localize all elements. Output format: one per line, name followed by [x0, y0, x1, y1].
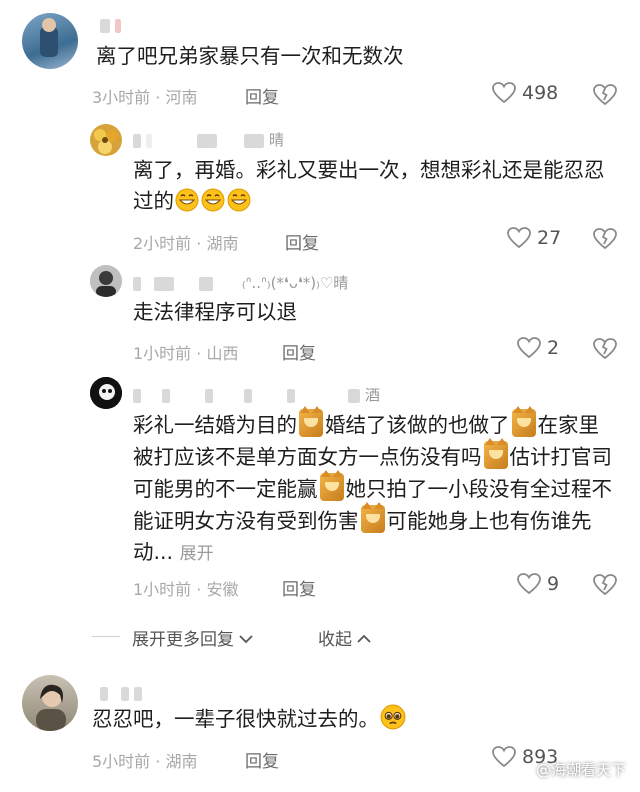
expand-more-label: 展开更多回复 — [132, 630, 234, 650]
grin-emoji-icon — [175, 188, 199, 212]
username[interactable]: ₍ᐢ..ᐢ₎(*❛ᴗ❛*)₎♡晴 — [133, 272, 348, 293]
like-count: 498 — [522, 82, 559, 104]
avatar[interactable] — [90, 265, 122, 297]
username[interactable]: 酒 — [133, 384, 380, 405]
comment-meta: 1小时前 · 安徽 — [133, 580, 239, 599]
reply-button[interactable]: 回复 — [282, 339, 316, 364]
comment-meta: 1小时前 · 山西 — [133, 344, 239, 363]
grin-emoji-icon — [201, 188, 225, 212]
grin-emoji-icon — [227, 188, 251, 212]
cat-sticker-icon — [511, 406, 536, 437]
heart-outline-icon — [492, 82, 516, 104]
pleading-emoji-icon — [380, 704, 406, 730]
like-button[interactable]: 498 — [492, 82, 558, 104]
divider — [92, 636, 120, 637]
like-button[interactable]: 2 — [517, 337, 559, 359]
expand-more-replies-button[interactable]: 展开更多回复 — [132, 625, 254, 650]
comment-text: 离了吧兄弟家暴只有一次和无数次 — [96, 44, 404, 68]
avatar-image — [36, 684, 66, 731]
username-text: ₍ᐢ..ᐢ₎(*❛ᴗ❛*)₎♡晴 — [242, 274, 349, 292]
collapse-replies-button[interactable]: 收起 — [318, 625, 372, 650]
avatar[interactable] — [90, 377, 122, 409]
expand-text-button[interactable]: 展开 — [180, 544, 214, 564]
username[interactable] — [100, 684, 147, 702]
avatar[interactable] — [22, 675, 78, 731]
comment-meta: 3小时前 · 河南 — [92, 88, 198, 107]
cat-sticker-icon — [319, 470, 344, 501]
reply-button[interactable]: 回复 — [282, 575, 316, 600]
like-button[interactable]: 27 — [507, 227, 561, 249]
comment-text: 离了，再婚。彩礼又要出一次，想想彩礼还是能忍忍过的 — [133, 155, 613, 217]
comment-text-content: 彩礼一结婚为目的 — [133, 413, 297, 437]
cat-sticker-icon — [299, 406, 323, 437]
cat-sticker-icon — [483, 438, 508, 469]
broken-heart-icon[interactable] — [593, 338, 617, 360]
comment-text: 彩礼一结婚为目的 婚结了该做的也做了 在家里被打应该不是单方面女方一点伤没有吗 估计打… — [133, 406, 618, 570]
comment-meta: 5小时前 · 湖南 — [92, 752, 198, 771]
chevron-up-icon — [357, 634, 372, 643]
heart-outline-icon — [517, 337, 541, 359]
cat-sticker-icon — [360, 502, 385, 533]
like-count: 27 — [537, 227, 562, 249]
broken-heart-icon[interactable] — [593, 84, 617, 106]
avatar[interactable] — [90, 124, 122, 156]
comment-text: 走法律程序可以退 — [133, 300, 297, 324]
avatar-image — [90, 265, 122, 297]
reply-button[interactable]: 回复 — [245, 83, 279, 108]
username[interactable] — [100, 16, 126, 34]
avatar-image — [90, 377, 122, 409]
like-count: 2 — [547, 337, 560, 359]
comment-text-content: 婚结了该做的也做了 — [325, 413, 510, 437]
like-button[interactable]: 9 — [517, 573, 559, 595]
username-text: 晴 — [269, 131, 285, 149]
comment-text: 忍忍吧，一辈子很快就过去的。 — [92, 704, 407, 735]
chevron-down-icon — [239, 635, 254, 644]
username[interactable]: 晴 — [133, 129, 284, 150]
avatar-image — [40, 18, 58, 57]
comment-meta: 2小时前 · 湖南 — [133, 234, 239, 253]
broken-heart-icon[interactable] — [593, 228, 617, 250]
heart-outline-icon — [517, 573, 541, 595]
heart-outline-icon — [492, 746, 516, 768]
watermark: @海潮看天下 — [535, 761, 626, 779]
heart-outline-icon — [507, 227, 531, 249]
broken-heart-icon[interactable] — [593, 574, 617, 596]
collapse-label: 收起 — [318, 630, 352, 650]
reply-button[interactable]: 回复 — [285, 229, 319, 254]
comment-text-content: 忍忍吧，一辈子很快就过去的。 — [92, 707, 379, 731]
like-count: 9 — [547, 573, 560, 595]
avatar[interactable] — [22, 13, 78, 69]
username-text: 酒 — [365, 386, 381, 404]
reply-button[interactable]: 回复 — [245, 747, 279, 772]
avatar-image — [94, 129, 118, 154]
